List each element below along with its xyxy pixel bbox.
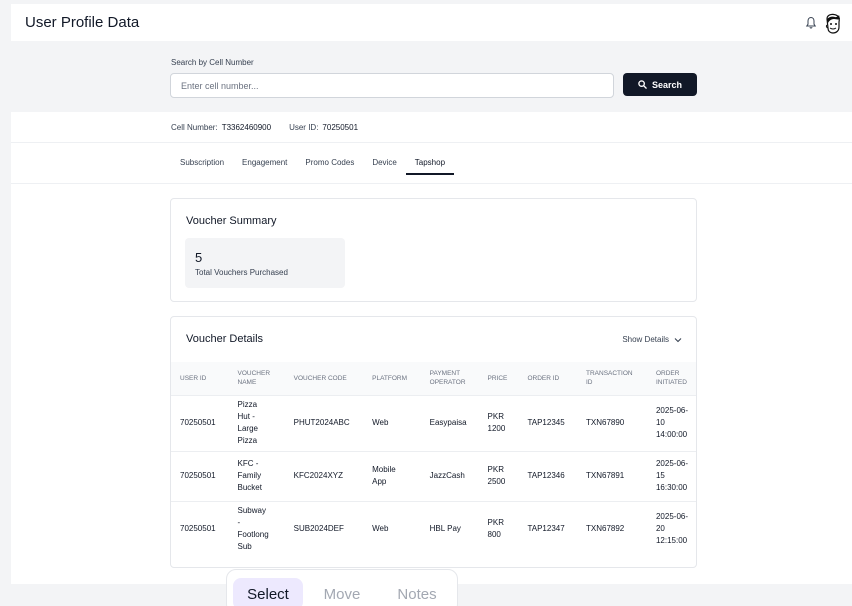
floating-toolbar: Select Move Notes (226, 569, 458, 606)
cell-user-id: 70250501 (171, 500, 229, 557)
cell-number-value: T3362460900 (221, 123, 272, 132)
search-button[interactable]: Search (623, 73, 697, 96)
cell-voucher-code: KFC2024XYZ (284, 450, 364, 501)
tab-subscription[interactable]: Subscription (171, 150, 233, 175)
column-header: Transaction ID (586, 370, 633, 387)
cell-user-id: 70250501 (171, 394, 229, 451)
search-label: Search by Cell Number (171, 58, 254, 67)
show-details-toggle[interactable]: Show Details (622, 335, 682, 344)
cell-number-search-input[interactable] (170, 73, 614, 98)
column-header: Voucher Code (293, 374, 347, 382)
cell-platform: Web (363, 394, 421, 451)
table-row: 70250501 Pizza Hut - Large Pizza PHUT202… (171, 394, 696, 451)
search-button-label: Search (651, 79, 683, 90)
user-id-info: User ID: 70250501 (289, 123, 358, 132)
user-id-label: User ID: (289, 123, 319, 132)
chevron-down-icon (674, 337, 682, 342)
cell-payment-operator: Easypaisa (420, 394, 479, 451)
column-header: Voucher Name (237, 370, 271, 387)
cell-price: PKR 1200 (478, 394, 519, 451)
cell-order-initiated: 2025-06-15 16:30:00 (646, 450, 696, 501)
voucher-details-table: User ID Voucher Name Voucher Code Platfo… (171, 362, 696, 557)
tab-bar: Subscription Engagement Promo Codes Devi… (171, 150, 455, 175)
bell-icon[interactable] (805, 16, 817, 30)
avatar-cartoon-icon[interactable] (823, 13, 843, 35)
total-vouchers-count: 5 (195, 250, 203, 265)
column-header: Platform (372, 374, 408, 382)
cell-voucher-name: Subway - Footlong Sub (228, 500, 285, 557)
cell-price: PKR 800 (478, 500, 519, 557)
voucher-details-card: Voucher Details Show Details User ID Vou… (170, 316, 697, 568)
voucher-details-title: Voucher Details (186, 333, 264, 345)
voucher-summary-card: Voucher Summary 5 Total Vouchers Purchas… (170, 198, 697, 302)
cell-voucher-code: PHUT2024ABC (284, 394, 364, 451)
notes-tool-button[interactable]: Notes (383, 578, 451, 606)
user-id-value: 70250501 (322, 123, 359, 132)
total-vouchers-label: Total Vouchers Purchased (195, 268, 288, 277)
column-header: Order Initiated (655, 370, 687, 387)
cell-order-initiated: 2025-06-20 12:15:00 (646, 500, 696, 557)
cell-platform: Mobile App (363, 450, 421, 501)
cell-payment-operator: HBL Pay (420, 500, 479, 557)
cell-transaction-id: TXN67892 (577, 500, 647, 557)
search-icon (638, 80, 647, 89)
cell-order-initiated: 2025-06-10 14:00:00 (646, 394, 696, 451)
cell-transaction-id: TXN67890 (577, 394, 647, 451)
column-header: Price (487, 374, 508, 382)
cell-price: PKR 2500 (478, 450, 519, 501)
select-tool-button[interactable]: Select (233, 578, 303, 606)
show-details-label: Show Details (622, 335, 669, 344)
table-header-row: User ID Voucher Name Voucher Code Platfo… (171, 362, 696, 395)
cell-transaction-id: TXN67891 (577, 450, 647, 501)
table-row: 70250501 Subway - Footlong Sub SUB2024DE… (171, 500, 696, 557)
total-vouchers-stat: 5 Total Vouchers Purchased (185, 238, 345, 288)
column-header: User ID (180, 374, 207, 382)
cell-order-id: TAP12346 (518, 450, 577, 501)
cell-payment-operator: JazzCash (420, 450, 479, 501)
tab-tapshop[interactable]: Tapshop (405, 150, 455, 175)
cell-order-id: TAP12345 (518, 394, 577, 451)
divider (11, 183, 852, 184)
tab-device[interactable]: Device (363, 150, 405, 175)
user-info-row: Cell Number: T3362460900 User ID: 70250501 (171, 123, 358, 132)
cell-number-info: Cell Number: T3362460900 (171, 123, 271, 132)
cell-user-id: 70250501 (171, 450, 229, 501)
cell-number-label: Cell Number: (171, 123, 218, 132)
cell-voucher-name: Pizza Hut - Large Pizza (228, 394, 285, 451)
voucher-summary-title: Voucher Summary (186, 215, 277, 227)
cell-platform: Web (363, 500, 421, 557)
app-header: User Profile Data (11, 4, 852, 41)
cell-voucher-name: KFC - Family Bucket (228, 450, 285, 501)
move-tool-button[interactable]: Move (310, 578, 374, 606)
cell-voucher-code: SUB2024DEF (284, 500, 364, 557)
cell-order-id: TAP12347 (518, 500, 577, 557)
column-header: Payment Operator (429, 370, 466, 387)
column-header: Order ID (527, 374, 560, 382)
divider (11, 142, 852, 143)
tab-engagement[interactable]: Engagement (233, 150, 296, 175)
page-title: User Profile Data (25, 14, 140, 31)
table-row: 70250501 KFC - Family Bucket KFC2024XYZ … (171, 450, 696, 501)
tab-promo-codes[interactable]: Promo Codes (296, 150, 363, 175)
